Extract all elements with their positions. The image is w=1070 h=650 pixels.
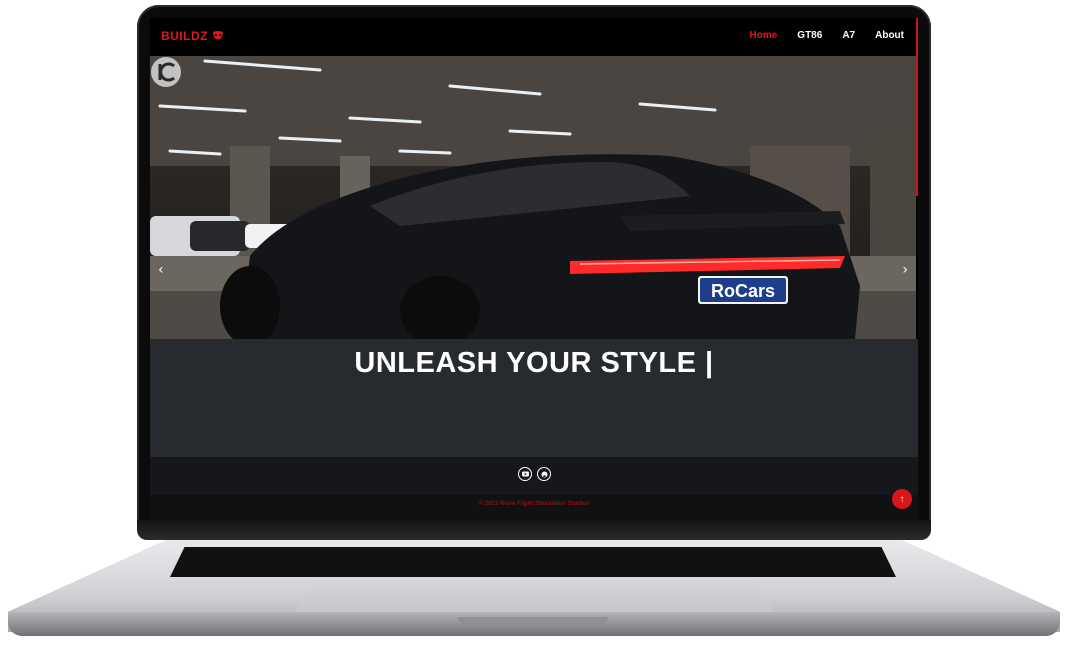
hero-image: RoCars: [150, 56, 916, 339]
youtube-icon[interactable]: [518, 467, 532, 481]
nav-link-home[interactable]: Home: [750, 30, 778, 41]
laptop-hinge: [137, 520, 931, 540]
social-icons: [518, 467, 551, 481]
brand-name: BUILDZ: [161, 29, 208, 43]
footer: © 2023 Wave Flight Simulation Studios: [150, 495, 918, 520]
headline-section: UNLEASH YOUR STYLE |: [150, 339, 918, 457]
helmet-icon: [213, 31, 223, 40]
nav-link-about[interactable]: About: [875, 30, 904, 41]
laptop-keyboard: [170, 547, 896, 577]
plate-text: RoCars: [711, 281, 775, 301]
nav-links: Home GT86 A7 About: [750, 30, 905, 41]
brand-logo[interactable]: BUILDZ: [161, 29, 224, 43]
watermark-logo-icon: [151, 57, 181, 87]
page-headline: UNLEASH YOUR STYLE |: [354, 347, 714, 379]
scroll-accent-top: [916, 18, 918, 196]
laptop-trackpad: [294, 577, 774, 612]
nav-link-gt86[interactable]: GT86: [797, 30, 822, 41]
carousel-next-button[interactable]: ›: [902, 262, 908, 278]
browser-viewport: BUILDZ Home GT86 A7 About RoCars ‹ › UNL…: [150, 18, 918, 520]
nav-link-a7[interactable]: A7: [842, 30, 855, 41]
navbar: BUILDZ Home GT86 A7 About: [150, 18, 918, 56]
github-icon[interactable]: [537, 467, 551, 481]
hero-carousel: RoCars ‹ ›: [150, 56, 916, 339]
back-to-top-button[interactable]: ↑: [892, 489, 912, 509]
copyright-text: © 2023 Wave Flight Simulation Studios: [478, 501, 590, 507]
carousel-prev-button[interactable]: ‹: [158, 262, 164, 278]
social-bar: [150, 457, 918, 495]
laptop-base-notch: [458, 617, 608, 625]
